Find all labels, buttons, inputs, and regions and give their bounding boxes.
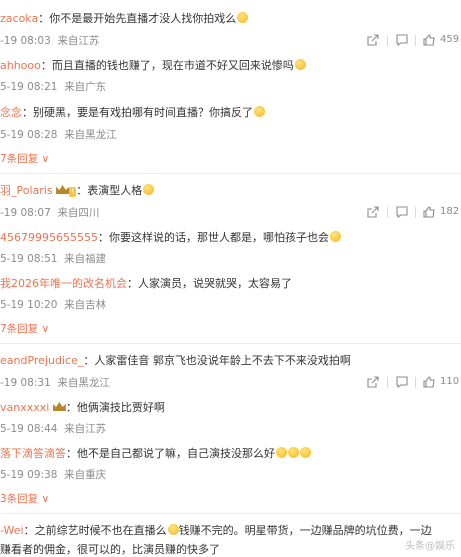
reply-meta: 5-19 08:44 来自江苏 [0,421,106,436]
comment-text: ：人家演员，说哭就哭，太容易了 [127,277,292,290]
divider [415,377,416,388]
comment-text-row: -Wei：之前综艺时候不也在直播么 钱赚不完的。明星带货，一边赚品牌的坑位费，一边 [0,522,432,538]
comment-date: 5-19 10:20 [0,299,58,311]
comment-meta: -19 08:07 来自四川 [0,205,99,220]
username-link[interactable]: 我2026年唯一的改名机会 [0,277,127,290]
watermark: 头条@娱乐 [405,541,455,552]
comment-location: 来自江苏 [57,35,100,47]
view-replies-link[interactable]: 3条回复 ∨ [0,491,49,506]
like-count: 459 [440,34,460,45]
reply-meta: 5-19 08:21 来自广东 [0,79,106,94]
username-link[interactable]: 落下滴答滴答 [0,447,66,460]
comment-text-cont: 钱赚不完的。明星带货，一边赚品牌的坑位费，一边 [178,524,432,537]
comment-date: 5-19 09:38 [0,469,58,481]
laugh-emoji-icon [143,184,155,195]
comment-location: 来自黑龙江 [57,377,110,389]
username-link[interactable]: vanxxxxi [0,401,49,414]
crown-badge-icon [52,402,66,411]
comment-text: ：之前综艺时候不也在直播么 [23,524,167,537]
reply-text-row: 45679995655555：你要这样说的话，那世人都是，哪怕孩子也会 [0,229,341,245]
comment-text: ：你要这样说的话，那世人都是，哪怕孩子也会 [97,231,329,244]
laugh-emoji-icon [276,447,287,458]
reply-text-row: vanxxxxi ：他俩演技比贾好啊 [0,399,165,415]
username-link[interactable]: 念念 [0,106,22,119]
like-count: 182 [440,206,460,217]
comment-icon[interactable] [396,376,408,388]
comment-text: ：他俩演技比贾好啊 [65,401,165,414]
like-icon[interactable] [423,34,435,46]
share-icon[interactable] [367,34,379,46]
username-link[interactable]: eandPrejudice_ [0,354,83,367]
laugh-emoji-icon [300,447,311,458]
laugh-emoji-icon [329,231,341,242]
comment-date: 5-19 08:51 [0,253,58,265]
divider [415,35,416,46]
username-link[interactable]: -Wei [0,524,24,537]
comment-date: 5-19 08:44 [0,423,58,435]
comment-date: -19 08:31 [0,377,51,389]
divider [415,207,416,218]
comment-text: ：他不是自己都说了嘛，自己演技没那么好 [66,447,275,460]
comment-text: ：人家雷佳音 郭京飞也没说年龄上不去下不来没戏拍啊 [83,354,351,367]
username-link[interactable]: zacoka [0,12,38,25]
comment-text-row: zacoka：你不是最开始先直播才没人找你拍戏么 [0,10,249,26]
comment-location: 来自福建 [64,253,107,265]
comment-text-row: 羽_Polaris ! ：表演型人格 [0,182,155,198]
comment-text-row: eandPrejudice_：人家雷佳音 郭京飞也没说年龄上不去下不来没戏拍啊 [0,352,351,368]
comment-location: 来自重庆 [64,469,107,481]
comment-text-line2: 赚看者的佣金，很可以的，比演员赚的快多了 [0,543,220,556]
comment-text: ：你不是最开始先直播才没人找你拍戏么 [38,12,237,25]
divider [387,377,388,388]
laugh-emoji-icon [294,59,306,70]
username-link[interactable]: 羽_Polaris [0,184,53,197]
comment-text-row: 赚看者的佣金，很可以的，比演员赚的快多了 [0,541,220,557]
comment-text: ：表演型人格 [76,184,143,197]
comment-meta: -19 08:03 来自江苏 [0,33,99,48]
laugh-emoji-icon [167,524,179,535]
comment-text: ：而且直播的钱也赚了，现在市道不好又回来说惨吗 [40,59,294,72]
like-icon[interactable] [423,376,435,388]
laugh-emoji-icon [288,447,299,458]
laugh-emoji-icon [254,106,265,117]
comment-location: 来自江苏 [64,423,107,435]
view-replies-label[interactable]: 7条回复 [0,153,38,165]
username-link[interactable]: ahhooo [0,59,41,72]
crown-badge-icon [56,185,70,194]
view-replies-link[interactable]: 7条回复 ∨ [0,321,49,336]
view-replies-label[interactable]: 3条回复 [0,493,38,505]
divider [0,173,461,174]
comment-location: 来自黑龙江 [64,129,117,141]
divider [0,343,461,344]
reply-text-row: 念念：别硬黑，要是有戏拍哪有时间直播？你搞反了 [0,104,265,120]
comment-text: ：别硬黑，要是有戏拍哪有时间直播？你搞反了 [22,106,253,119]
divider [387,35,388,46]
comment-date: 5-19 08:28 [0,129,58,141]
view-replies-label[interactable]: 7条回复 [0,323,38,335]
reply-text-row: 我2026年唯一的改名机会：人家演员，说哭就哭，太容易了 [0,275,292,291]
comment-icon[interactable] [396,206,408,218]
reply-text-row: 落下滴答滴答：他不是自己都说了嘛，自己演技没那么好 [0,445,311,461]
divider [0,513,461,514]
reply-meta: 5-19 08:51 来自福建 [0,251,106,266]
like-count: 110 [440,376,460,387]
comment-meta: -19 08:31 来自黑龙江 [0,375,110,390]
username-link[interactable]: 45679995655555 [0,231,98,244]
reply-meta: 5-19 08:28 来自黑龙江 [0,127,117,142]
share-icon[interactable] [367,376,379,388]
reply-meta: 5-19 09:38 来自重庆 [0,467,106,482]
view-replies-link[interactable]: 7条回复 ∨ [0,151,49,166]
comment-date: -19 08:03 [0,35,51,47]
comment-date: -19 08:07 [0,207,51,219]
comment-icon[interactable] [396,34,408,46]
reply-text-row: ahhooo：而且直播的钱也赚了，现在市道不好又回来说惨吗 [0,57,306,73]
like-icon[interactable] [423,206,435,218]
share-icon[interactable] [367,206,379,218]
comment-location: 来自吉林 [64,299,107,311]
reply-meta: 5-19 10:20 来自吉林 [0,297,106,312]
divider [387,207,388,218]
laugh-emoji-icon [237,12,249,23]
comment-location: 来自四川 [57,207,100,219]
comment-location: 来自广东 [64,81,107,93]
comment-date: 5-19 08:21 [0,81,58,93]
